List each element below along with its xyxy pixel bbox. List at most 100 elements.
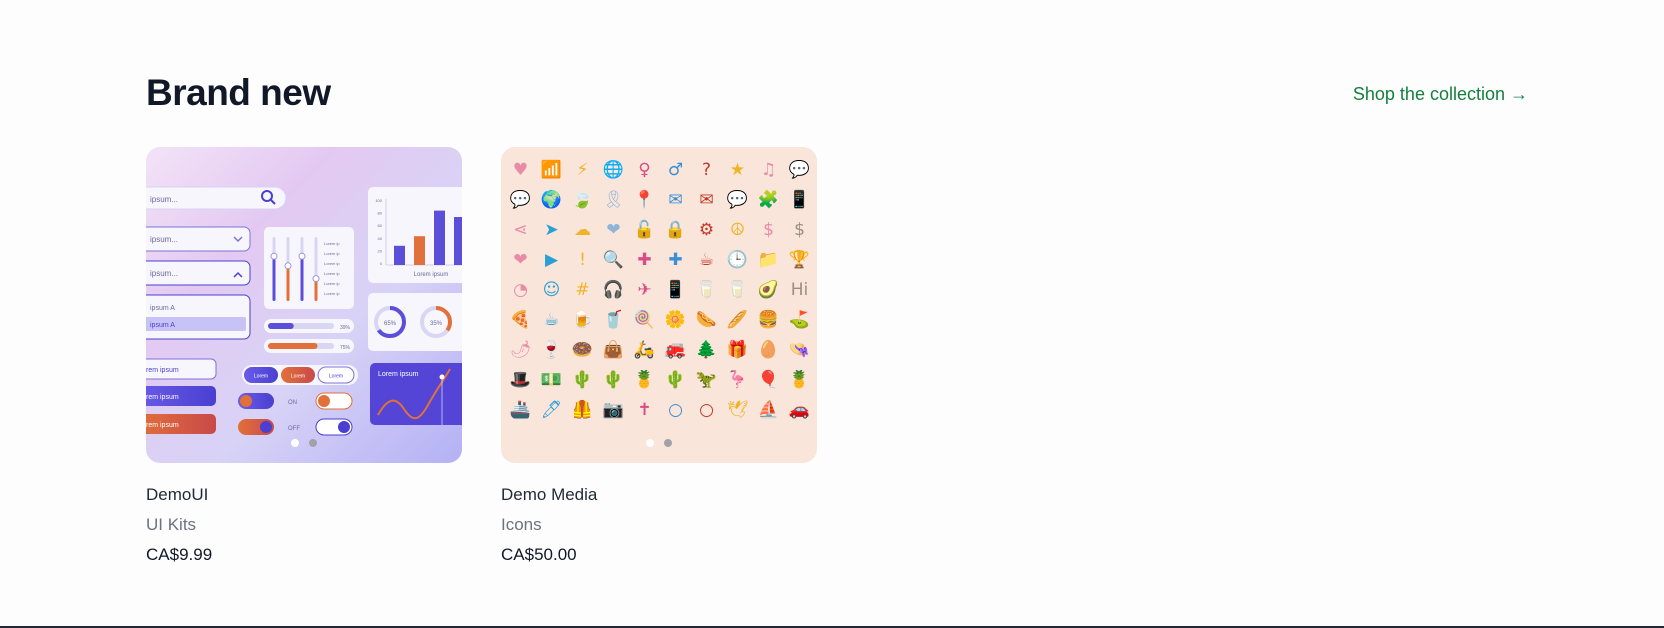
icon-set-item: ⋖ [513, 220, 528, 240]
icon-set-item: 🥤 [602, 310, 625, 330]
icon-set-item: 🌵 [664, 370, 687, 390]
chart-y-tick: 80 [378, 211, 383, 216]
carousel-dot-2[interactable] [664, 439, 672, 447]
icon-set-item: 🌲 [695, 340, 718, 360]
icon-set-item: 🦖 [695, 370, 718, 390]
product-card-demoui[interactable]: ipsum... ipsum... ipsum... ipsum A ipsum… [146, 147, 462, 565]
icon-set-item: 🍃 [571, 190, 594, 210]
icon-set-item: ⚡ [576, 160, 589, 180]
product-image-icon-set[interactable]: ♥ 📶 ⚡ 🌐 ♀ ♂? ★ ♫ 💬 💬 🌍 🍃 🎗 📍 ✉ ✉ 💬 🧩 📱 ⋖ ➤ ☁ ❤ 🔓 🔒 ⚙ ☮ $ $ ❤ ▶! 🔍 ✚ ✚ ☕ 🕒 📁 🏆… [501, 147, 817, 463]
chip-2: Lorem [291, 374, 305, 380]
icon-set-item: ✝ [637, 400, 652, 420]
chart-y-tick: 100 [375, 198, 382, 203]
product-category: Icons [501, 515, 542, 534]
icon-set-item: 🌶 [509, 340, 532, 360]
product-image-ui-kit[interactable]: ipsum... ipsum... ipsum... ipsum A ipsum… [146, 147, 462, 463]
icon-set-item: 📍 [633, 190, 656, 210]
icon-set-item: 💬 [788, 160, 811, 180]
slider-fill [286, 265, 290, 301]
icon-set-item: 📱 [664, 280, 687, 300]
chart-y-tick: 60 [378, 223, 383, 228]
carousel-dot-1[interactable] [291, 439, 299, 447]
icon-set-item: 🌍 [540, 190, 563, 210]
primary-button-text: rem ipsum [146, 394, 179, 401]
chart-bar [434, 210, 445, 265]
icon-set-item: 🍕 [509, 310, 532, 330]
product-price: CA$50.00 [501, 545, 577, 564]
slider-legend-item: Lorem ip [324, 271, 340, 276]
icon-set-item: 🍔 [757, 310, 780, 330]
donut-1-label: 65% [384, 321, 397, 327]
icon-set-item: ✈ [637, 280, 652, 300]
slider-handle [284, 262, 292, 270]
icon-set-item: ✉ [699, 190, 714, 210]
icon-set-item: 🍺 [571, 310, 594, 330]
carousel-dots [291, 439, 317, 447]
toggle-off-label: OFF [288, 426, 300, 432]
icon-set-item: 🌵 [571, 370, 594, 390]
icon-set-item: 🕒 [726, 250, 749, 270]
icon-set-item: ★ [729, 160, 746, 180]
icon-set-item: 👜 [602, 340, 625, 360]
carousel-dots [646, 439, 672, 447]
slider-handle [270, 252, 278, 260]
toggle-on-label: ON [288, 400, 297, 406]
chip-3: Lorem [329, 374, 343, 380]
icon-set-item: 🚢 [509, 400, 532, 420]
slider-fill [300, 256, 304, 301]
icon-set-item: 🖊 [540, 400, 563, 420]
product-name[interactable]: Demo Media [501, 485, 817, 505]
chart-caption: Lorem ipsum [414, 272, 449, 278]
icon-set-item: 🥛 [726, 280, 749, 300]
icon-set-item: 💬 [726, 190, 749, 210]
secondary-button-text: rem ipsum [146, 422, 179, 429]
section-heading: Brand new [146, 72, 331, 113]
progress-fill [268, 343, 318, 349]
icon-set-item: ○ [668, 400, 683, 420]
icon-set-item: 🌭 [695, 310, 718, 330]
icon-set-item: 📶 [540, 160, 563, 180]
icon-set-item: ☕ [698, 250, 715, 270]
icon-set-item: 🥚 [757, 340, 780, 360]
icon-set-item: 🍍 [633, 370, 656, 390]
icon-set-item: 🎧 [602, 280, 625, 300]
shop-collection-link[interactable]: Shop the collection → [1353, 84, 1528, 105]
icon-set-item: 🥛 [695, 280, 718, 300]
product-card-demo-media[interactable]: ♥ 📶 ⚡ 🌐 ♀ ♂? ★ ♫ 💬 💬 🌍 🍃 🎗 📍 ✉ ✉ 💬 🧩 📱 ⋖ ➤ ☁ ❤ 🔓 🔒 ⚙ ☮ $ $ ❤ ▶! 🔍 ✚ ✚ ☕ 🕒 📁 🏆… [501, 147, 817, 565]
icon-set-item: Hi [790, 280, 809, 300]
icon-set-item: 🏆 [788, 250, 811, 270]
product-name[interactable]: DemoUI [146, 485, 462, 505]
icon-set-item: ✉ [668, 190, 683, 210]
icon-set-item: 🚗 [788, 400, 811, 420]
slider-legend-item: Lorem ip [324, 281, 340, 286]
icon-set-item: 🎗 [602, 190, 625, 210]
icon-set-item: 🧩 [757, 190, 780, 210]
icon-set-item: 💬 [509, 190, 532, 210]
progress-fill [268, 323, 294, 329]
ui-kit-preview-illustration: ipsum... ipsum... ipsum... ipsum A ipsum… [146, 186, 462, 436]
brand-new-section: Brand new Shop the collection → ipsum... [0, 0, 1664, 628]
icon-set-item: 🔓 [633, 220, 656, 240]
slider-legend-item: Lorem ip [324, 251, 340, 256]
icon-set-item: 🌐 [602, 160, 625, 180]
carousel-dot-1[interactable] [646, 439, 654, 447]
slider-legend-item: Lorem ip [324, 261, 340, 266]
icon-set-item: ➤ [544, 220, 559, 240]
icon-set-item: ⛵ [757, 400, 780, 420]
progress-bars [268, 323, 334, 349]
icon-set-item: 🔍 [602, 250, 625, 270]
icon-set-item: ♂ [667, 160, 684, 180]
icon-set-item: 📷 [602, 400, 625, 420]
icon-set-item: 📱 [788, 190, 811, 210]
slider-fill [272, 256, 276, 301]
icon-set-item: ❤ [513, 250, 528, 270]
input-text: rem ipsum [146, 367, 179, 374]
icon-set-item: ☮ [729, 220, 746, 240]
icon-set-item: 🛵 [633, 340, 656, 360]
dropdown-2-text: ipsum... [150, 269, 178, 278]
icon-set-item: $ [794, 220, 805, 240]
slider-handle [312, 275, 320, 283]
icon-set-item: ✚ [668, 250, 683, 270]
icon-set-item: 🌼 [664, 310, 687, 330]
carousel-dot-2[interactable] [309, 439, 317, 447]
